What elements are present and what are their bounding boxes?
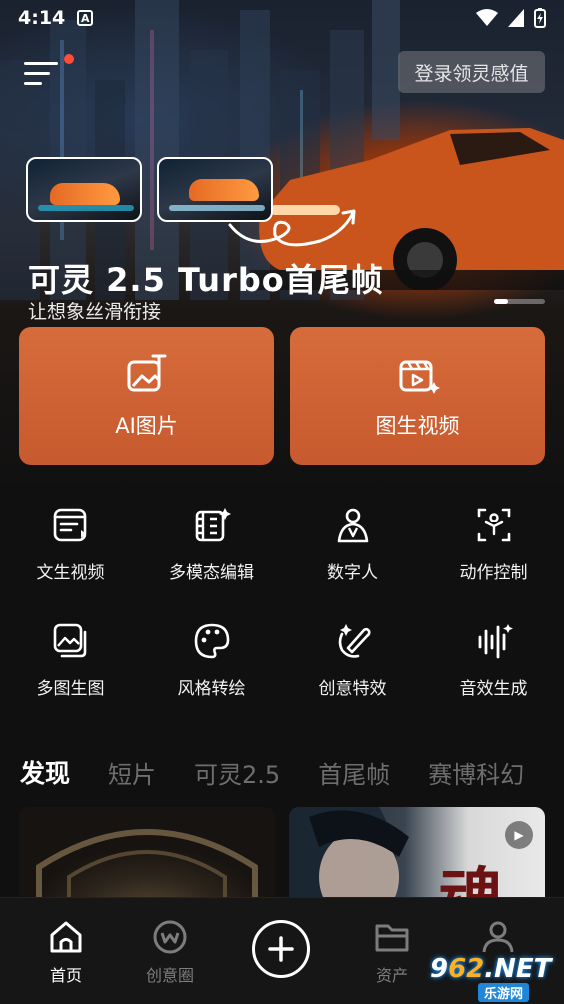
tool-label: 风格转绘 (177, 679, 246, 699)
create-plus-button[interactable] (252, 920, 310, 978)
multimodal-edit-icon (195, 508, 231, 542)
menu-notification-dot (64, 54, 74, 64)
tab-kling-2-5[interactable]: 可灵2.5 (194, 755, 280, 790)
tab-cyber-scifi[interactable]: 赛博科幻 (428, 755, 524, 790)
battery-icon (534, 8, 546, 28)
nav-creative-circle[interactable]: 创意圈 (130, 918, 210, 986)
creative-circle-icon (153, 920, 187, 954)
tool-text-to-video[interactable]: 文生视频 (0, 506, 141, 583)
tool-label: 文生视频 (36, 563, 105, 583)
ai-image-label: AI图片 (115, 414, 178, 438)
home-icon (50, 921, 82, 953)
nav-creative-label: 创意圈 (145, 966, 194, 985)
folder-icon (375, 924, 409, 952)
watermark-digit: 9 (430, 954, 449, 984)
banner-thumbnail-first-frame[interactable] (26, 157, 142, 222)
banner-pagination-indicator (494, 299, 545, 304)
watermark-domain: .NET (484, 954, 552, 984)
ai-image-icon (127, 354, 166, 392)
tool-label: 多图生图 (36, 679, 105, 699)
tool-label: 多模态编辑 (169, 563, 254, 583)
tool-label: 动作控制 (459, 563, 528, 583)
tool-label: 音效生成 (459, 679, 528, 699)
tool-motion-control[interactable]: 动作控制 (423, 506, 564, 583)
image-to-video-button[interactable]: 图生视频 (290, 327, 545, 465)
image-to-video-label: 图生视频 (375, 414, 460, 438)
tool-multimodal-edit[interactable]: 多模态编辑 (141, 506, 282, 583)
plus-icon (268, 936, 294, 962)
tool-style-transfer[interactable]: 风格转绘 (141, 622, 282, 699)
menu-icon[interactable] (24, 58, 60, 90)
notification-app-icon: A (77, 10, 94, 26)
swirl-arrow-icon (228, 209, 356, 247)
tool-label: 创意特效 (318, 679, 387, 699)
image-to-video-icon (399, 360, 440, 394)
tool-label: 数字人 (327, 563, 378, 583)
tool-sound-effects[interactable]: 音效生成 (423, 622, 564, 699)
wifi-icon (476, 9, 498, 26)
creative-effects-icon (338, 624, 371, 658)
tool-multi-image[interactable]: 多图生图 (0, 622, 141, 699)
cell-signal-icon (508, 9, 524, 27)
nav-assets-label: 资产 (375, 966, 408, 985)
motion-control-icon (477, 508, 510, 542)
tab-discover[interactable]: 发现 (20, 754, 70, 790)
ai-image-button[interactable]: AI图片 (19, 327, 274, 465)
multi-image-icon (53, 623, 86, 658)
watermark-subtitle: 乐游网 (478, 983, 530, 1002)
watermark-digits-highlight: 62 (448, 954, 485, 984)
sound-effects-icon (478, 624, 513, 659)
text-to-video-icon (53, 508, 86, 542)
site-watermark: 962.NET 乐游网 (422, 950, 562, 1002)
login-button[interactable]: 登录领灵感值 (398, 51, 545, 93)
banner-title: 可灵 2.5 Turbo首尾帧 (28, 261, 384, 299)
play-icon[interactable]: ▶ (505, 821, 533, 849)
nav-home-label: 首页 (49, 966, 82, 985)
tool-creative-effects[interactable]: 创意特效 (282, 622, 423, 699)
nav-assets[interactable]: 资产 (352, 918, 432, 986)
style-transfer-icon (194, 623, 229, 659)
watermark-logo: 962.NET (430, 954, 551, 984)
app-root: 4:14 A 登录领灵感值 可灵 2.5 Turbo首尾帧 让想象丝滑衔接 AI… (0, 0, 564, 1004)
status-time: 4:14 (18, 7, 66, 29)
banner-subtitle: 让想象丝滑衔接 (28, 301, 162, 323)
status-bar: 4:14 A (0, 0, 564, 36)
nav-home[interactable]: 首页 (26, 918, 106, 986)
tab-first-last-frame[interactable]: 首尾帧 (318, 755, 390, 790)
tool-digital-human[interactable]: 数字人 (282, 506, 423, 583)
digital-human-icon (337, 508, 368, 543)
feed-tabs: 发现 短片 可灵2.5 首尾帧 赛博科幻 (20, 754, 562, 790)
tab-shorts[interactable]: 短片 (108, 755, 156, 790)
